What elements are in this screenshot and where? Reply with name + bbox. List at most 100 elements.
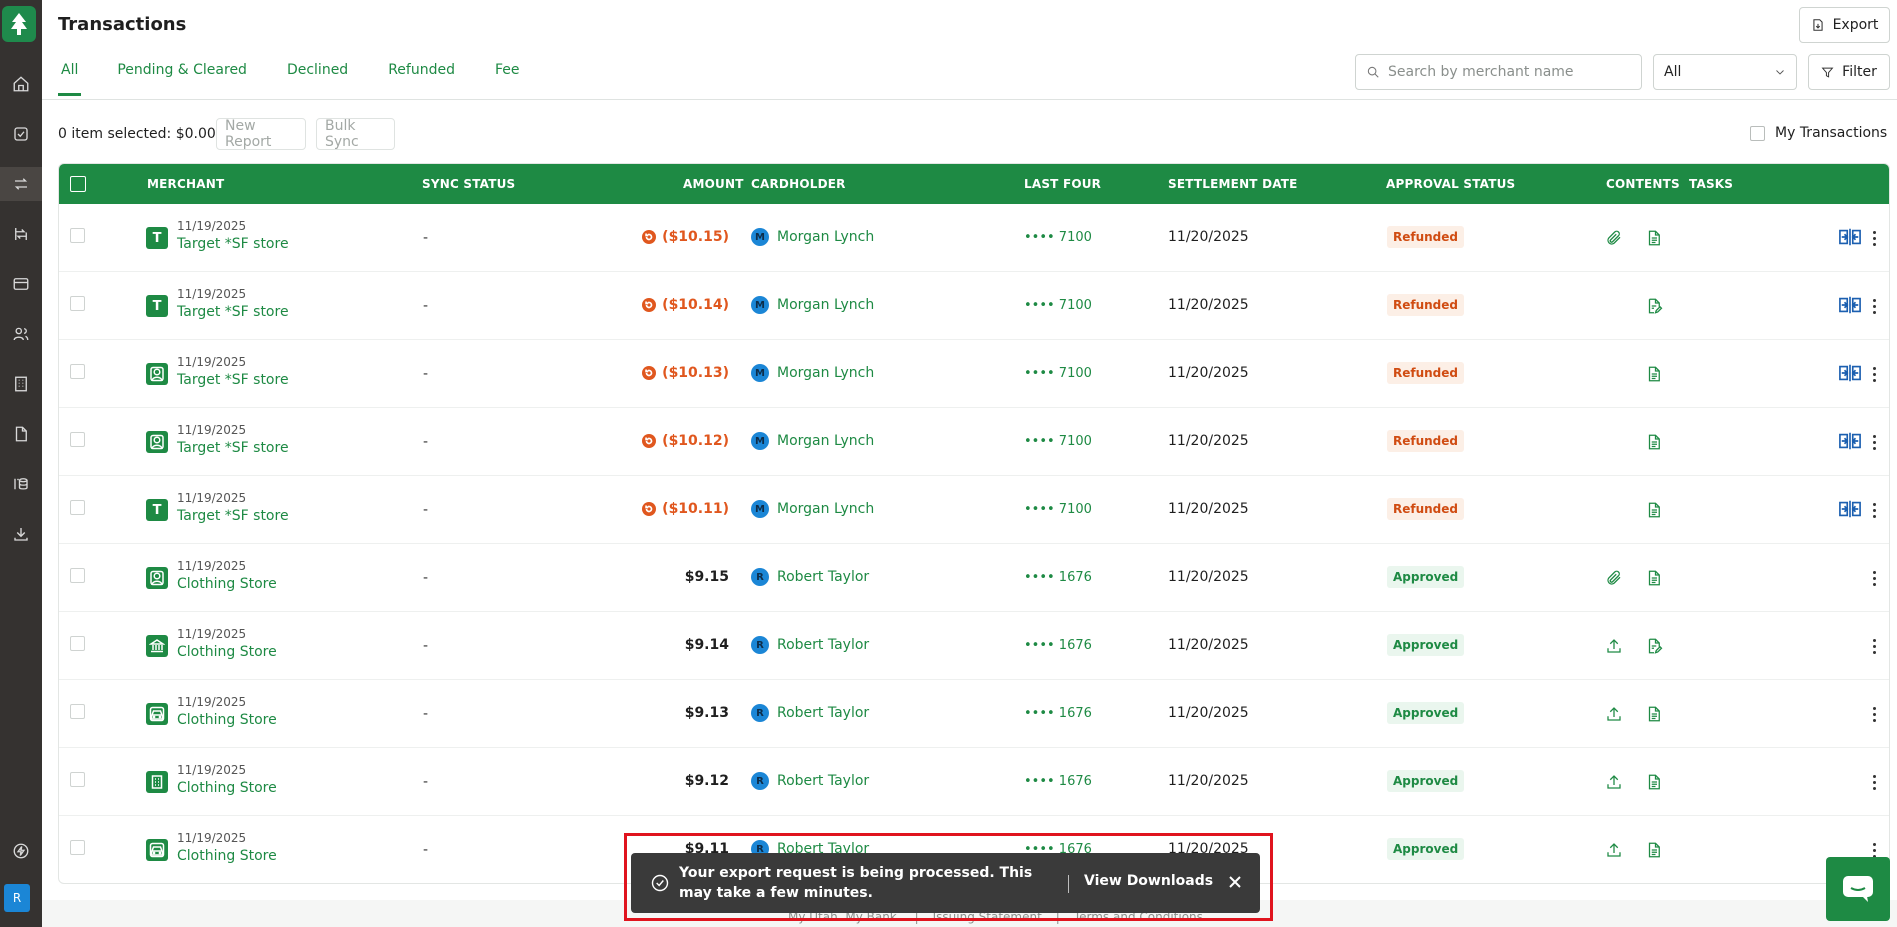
split-transaction-icon[interactable] xyxy=(1839,431,1861,453)
cardholder[interactable]: M Morgan Lynch xyxy=(751,500,874,518)
column-cardholder[interactable]: CARDHOLDER xyxy=(751,177,846,191)
tab-pending-cleared[interactable]: Pending & Cleared xyxy=(117,52,247,96)
more-options-icon[interactable] xyxy=(1867,703,1881,725)
merchant-name[interactable]: Clothing Store xyxy=(177,780,277,796)
receipt-icon[interactable] xyxy=(1643,703,1665,725)
row-checkbox[interactable] xyxy=(70,636,85,651)
column-approval-status[interactable]: APPROVAL STATUS xyxy=(1386,177,1515,191)
attachment-icon[interactable] xyxy=(1603,227,1625,249)
cardholder[interactable]: R Robert Taylor xyxy=(751,636,869,654)
upload-icon[interactable] xyxy=(1603,703,1625,725)
tab-all[interactable]: All xyxy=(58,52,82,96)
search-box[interactable] xyxy=(1355,54,1642,90)
upload-icon[interactable] xyxy=(1603,839,1625,861)
receipt-icon[interactable] xyxy=(1643,839,1665,861)
table-row[interactable]: T 11/19/2025 Target *SF store - ($10.15)… xyxy=(59,204,1889,272)
search-input[interactable] xyxy=(1388,64,1628,80)
more-options-icon[interactable] xyxy=(1867,635,1881,657)
receipt-icon[interactable] xyxy=(1643,431,1665,453)
split-transaction-icon[interactable] xyxy=(1839,363,1861,385)
upload-icon[interactable] xyxy=(1603,635,1625,657)
receipt-edit-icon[interactable] xyxy=(1643,295,1665,317)
tab-fee[interactable]: Fee xyxy=(495,52,520,96)
lightning-icon[interactable] xyxy=(0,834,42,868)
merchant-name[interactable]: Target *SF store xyxy=(177,304,289,320)
filter-button[interactable]: Filter xyxy=(1808,54,1890,90)
split-transaction-icon[interactable] xyxy=(1839,295,1861,317)
row-checkbox[interactable] xyxy=(70,704,85,719)
more-options-icon[interactable] xyxy=(1867,227,1881,249)
table-row[interactable]: 11/19/2025 Clothing Store - $9.15 R Robe… xyxy=(59,544,1889,612)
row-checkbox[interactable] xyxy=(70,840,85,855)
cardholder[interactable]: M Morgan Lynch xyxy=(751,432,874,450)
column-sync-status[interactable]: SYNC STATUS xyxy=(422,177,515,191)
merchant-name[interactable]: Target *SF store xyxy=(177,508,289,524)
table-row[interactable]: 11/19/2025 Clothing Store - $9.13 R Robe… xyxy=(59,680,1889,748)
row-checkbox[interactable] xyxy=(70,772,85,787)
bulk-sync-button[interactable]: Bulk Sync xyxy=(316,118,395,150)
merchant-name[interactable]: Clothing Store xyxy=(177,848,277,864)
merchant-name[interactable]: Target *SF store xyxy=(177,236,289,252)
column-amount[interactable]: AMOUNT xyxy=(683,177,744,191)
row-checkbox[interactable] xyxy=(70,228,85,243)
more-options-icon[interactable] xyxy=(1867,499,1881,521)
transactions-icon[interactable] xyxy=(0,167,42,201)
cardholder[interactable]: M Morgan Lynch xyxy=(751,228,874,246)
table-row[interactable]: 11/19/2025 Clothing Store - $9.12 R Robe… xyxy=(59,748,1889,816)
receipt-icon[interactable] xyxy=(1643,227,1665,249)
table-row[interactable]: T 11/19/2025 Target *SF store - ($10.14)… xyxy=(59,272,1889,340)
row-checkbox[interactable] xyxy=(70,568,85,583)
more-options-icon[interactable] xyxy=(1867,771,1881,793)
merchant-name[interactable]: Target *SF store xyxy=(177,440,289,456)
more-options-icon[interactable] xyxy=(1867,567,1881,589)
cardholder[interactable]: M Morgan Lynch xyxy=(751,364,874,382)
cardholder[interactable]: R Robert Taylor xyxy=(751,704,869,722)
cardholder[interactable]: M Morgan Lynch xyxy=(751,296,874,314)
row-checkbox[interactable] xyxy=(70,364,85,379)
table-row[interactable]: T 11/19/2025 Target *SF store - ($10.11)… xyxy=(59,476,1889,544)
tab-declined[interactable]: Declined xyxy=(287,52,348,96)
column-settlement-date[interactable]: SETTLEMENT DATE xyxy=(1168,177,1298,191)
upload-icon[interactable] xyxy=(1603,771,1625,793)
card-icon[interactable] xyxy=(0,267,42,301)
more-options-icon[interactable] xyxy=(1867,431,1881,453)
table-row[interactable]: 11/19/2025 Clothing Store - $9.14 R Robe… xyxy=(59,612,1889,680)
cardholder[interactable]: R Robert Taylor xyxy=(751,772,869,790)
receipt-edit-icon[interactable] xyxy=(1643,635,1665,657)
accounts-icon[interactable] xyxy=(0,467,42,501)
split-transaction-icon[interactable] xyxy=(1839,499,1861,521)
receipt-icon[interactable] xyxy=(1643,499,1665,521)
receipt-icon[interactable] xyxy=(1643,363,1665,385)
new-report-button[interactable]: New Report xyxy=(216,118,306,150)
cardholder[interactable]: R Robert Taylor xyxy=(751,568,869,586)
table-row[interactable]: 11/19/2025 Target *SF store - ($10.13) M… xyxy=(59,340,1889,408)
column-last-four[interactable]: LAST FOUR xyxy=(1024,177,1101,191)
people-icon[interactable] xyxy=(0,317,42,351)
more-options-icon[interactable] xyxy=(1867,363,1881,385)
merchant-name[interactable]: Clothing Store xyxy=(177,576,277,592)
receipt-icon[interactable] xyxy=(1643,771,1665,793)
merchant-name[interactable]: Target *SF store xyxy=(177,372,289,388)
more-options-icon[interactable] xyxy=(1867,295,1881,317)
row-checkbox[interactable] xyxy=(70,296,85,311)
transaction-type-select[interactable]: All xyxy=(1653,54,1797,90)
home-icon[interactable] xyxy=(0,67,42,101)
receipt-icon[interactable] xyxy=(1643,567,1665,589)
row-checkbox[interactable] xyxy=(70,432,85,447)
building-icon[interactable] xyxy=(0,367,42,401)
document-icon[interactable] xyxy=(0,417,42,451)
user-avatar[interactable]: R xyxy=(4,884,30,912)
merchant-name[interactable]: Clothing Store xyxy=(177,644,277,660)
my-transactions-toggle[interactable]: My Transactions xyxy=(1750,125,1887,141)
chat-launcher-button[interactable] xyxy=(1826,857,1890,921)
export-button[interactable]: Export xyxy=(1799,7,1890,43)
my-transactions-checkbox[interactable] xyxy=(1750,125,1765,141)
row-checkbox[interactable] xyxy=(70,500,85,515)
split-transaction-icon[interactable] xyxy=(1839,227,1861,249)
column-merchant[interactable]: MERCHANT xyxy=(147,177,224,191)
approvals-icon[interactable] xyxy=(0,117,42,151)
app-logo[interactable] xyxy=(2,6,36,42)
tab-refunded[interactable]: Refunded xyxy=(388,52,455,96)
download-icon[interactable] xyxy=(0,517,42,551)
merchant-name[interactable]: Clothing Store xyxy=(177,712,277,728)
